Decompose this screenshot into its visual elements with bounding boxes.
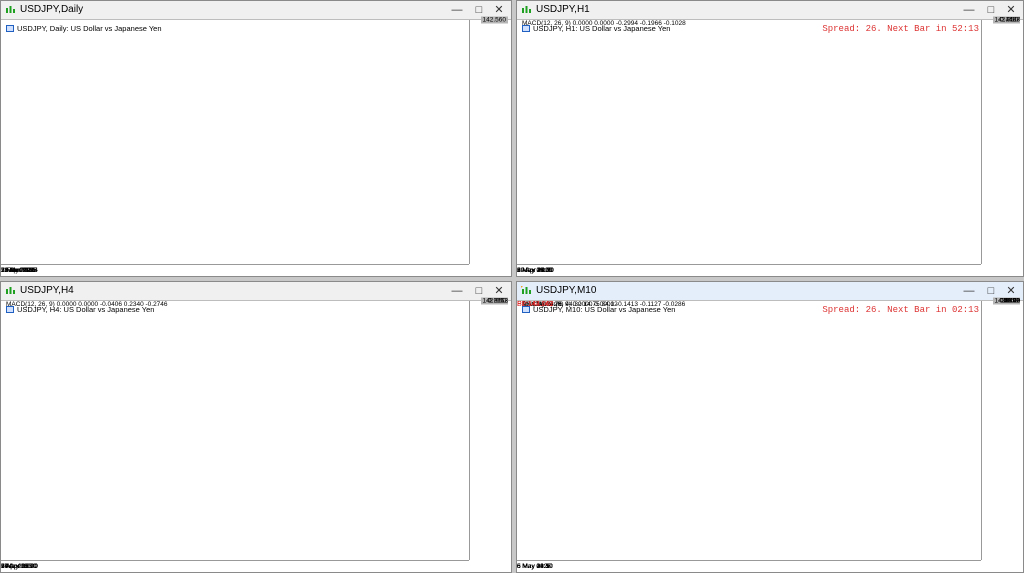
close-icon[interactable]: ✕ (1001, 284, 1021, 298)
price-chart[interactable]: USDJPY, H4: US Dollar vs Japanese Yen 14… (1, 297, 511, 572)
chart-window-h1[interactable]: USDJPY,H1 — □ ✕ USDJPY, H1: US Dollar vs… (516, 0, 1024, 277)
price-scale[interactable]: 145.980145.360144.740144.120143.500142.8… (981, 16, 1023, 264)
caption-text: USDJPY, Daily: US Dollar vs Japanese Yen (17, 24, 162, 33)
minimize-icon[interactable]: — (959, 3, 979, 17)
minimize-icon[interactable]: — (447, 284, 467, 298)
chart-canvas[interactable] (1, 20, 511, 276)
spread-info: Spread: 26. Next Bar in 52:13 (822, 24, 979, 34)
price-chart[interactable]: USDJPY, H1: US Dollar vs Japanese Yen Sp… (517, 16, 1023, 276)
indicator-scale-label: 25.00 (1003, 297, 1020, 305)
spread-info: Spread: 26. Next Bar in 02:13 (822, 305, 979, 315)
indicator-caption: MACD(12, 26, 9) 0.0000 0.0000 -0.2994 -0… (522, 20, 686, 27)
close-icon[interactable]: ✕ (489, 284, 509, 298)
chart-canvas[interactable] (517, 20, 1023, 276)
chart-window-m10[interactable]: USDJPY,M10 — □ ✕ USDJPY, M10: US Dollar … (516, 281, 1024, 573)
chart-canvas[interactable] (517, 301, 1023, 572)
window-title: USDJPY,H4 (20, 285, 74, 296)
time-tick-label: 6 May 08:00 (1, 563, 37, 570)
window-title: USDJPY,Daily (20, 4, 84, 15)
maximize-icon[interactable]: □ (981, 284, 1001, 298)
chart-caption: USDJPY, Daily: US Dollar vs Japanese Yen (6, 24, 162, 33)
current-price-label: 142.560 (480, 16, 508, 24)
time-scale[interactable]: 7 Nov 2024 29 Nov 2024 23 Dec 2024 16 Jan 2… (1, 264, 469, 276)
window-title: USDJPY,M10 (536, 285, 597, 296)
price-scale[interactable]: 144.120143.880143.640143.400143.160142.9… (981, 297, 1023, 560)
time-scale[interactable]: 29 Apr 2025 29 Apr 22:00 30 Apr 14:00 1 May… (517, 264, 981, 276)
window-title: USDJPY,H1 (536, 4, 590, 15)
chart-window-h4[interactable]: USDJPY,H4 — □ ✕ USDJPY, H4: US Dollar vs… (0, 281, 512, 573)
pivot-annotation: S1:143.149 (517, 301, 553, 308)
time-tick-label: 6 May 14:50 (517, 563, 553, 570)
maximize-icon[interactable]: □ (469, 284, 489, 298)
titlebar[interactable]: USDJPY,H1 — □ ✕ (517, 1, 1023, 20)
maximize-icon[interactable]: □ (981, 3, 1001, 17)
price-chart[interactable]: USDJPY, Daily: US Dollar vs Japanese Yen… (1, 16, 511, 276)
titlebar[interactable]: USDJPY,H4 — □ ✕ (1, 282, 511, 301)
chart-window-icon (521, 286, 531, 294)
time-scale[interactable]: 5 May 2025 5 May 20:10 5 May 22:50 6 May 01… (517, 560, 981, 572)
chart-window-icon (6, 287, 15, 294)
price-scale[interactable]: 159.450157.455155.460153.465151.470149.4… (469, 16, 511, 264)
sar-dot (521, 286, 523, 288)
chart-window-icon (522, 6, 531, 13)
indicator-scale-label: -0.4468 (997, 16, 1020, 24)
close-icon[interactable]: ✕ (1001, 3, 1021, 17)
time-scale[interactable]: 7 Apr 2025 9 Apr 16:00 14 Apr 08:00 17 Apr … (1, 560, 469, 572)
price-scale[interactable]: 148.420147.450146.480145.510144.540143.5… (469, 297, 511, 560)
time-tick-label: 6 May 14:00 (517, 267, 553, 274)
chart-window-daily[interactable]: USDJPY,Daily — □ ✕ USDJPY, Daily: US Dol… (0, 0, 512, 277)
time-tick-label: 5 May 2025 (1, 267, 35, 274)
chart-canvas[interactable] (1, 301, 511, 572)
titlebar[interactable]: USDJPY,M10 — □ ✕ (517, 282, 1023, 301)
price-chart[interactable]: USDJPY, M10: US Dollar vs Japanese Yen S… (517, 297, 1023, 572)
symbol-icon (6, 25, 14, 32)
minimize-icon[interactable]: — (447, 3, 467, 17)
close-icon[interactable]: ✕ (489, 3, 509, 17)
minimize-icon[interactable]: — (959, 284, 979, 298)
indicator-caption: MACD(12, 26, 9) 0.0000 0.0000 -0.0406 0.… (6, 301, 168, 308)
indicator-scale-label: -1.2552 (485, 297, 508, 305)
chart-window-icon (6, 6, 15, 13)
maximize-icon[interactable]: □ (469, 3, 489, 17)
titlebar[interactable]: USDJPY,Daily — □ ✕ (1, 1, 511, 20)
